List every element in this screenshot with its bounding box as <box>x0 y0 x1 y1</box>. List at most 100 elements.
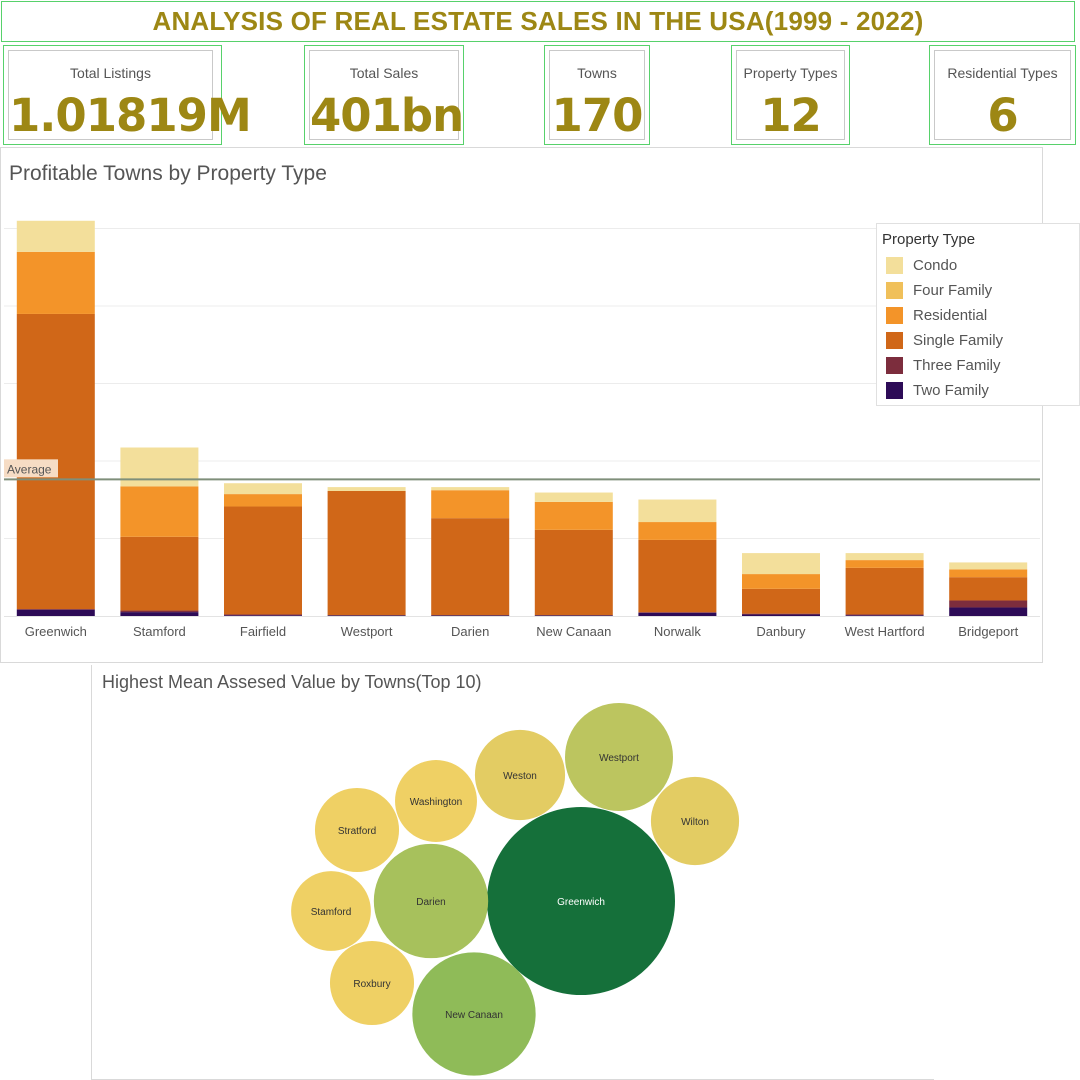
bar-segment-residential-west-hartford[interactable] <box>845 560 924 568</box>
bar-segment-three-family-bridgeport[interactable] <box>949 600 1028 608</box>
bar-segment-single-family-westport[interactable] <box>327 490 406 616</box>
legend-title: Property Type <box>882 231 976 248</box>
bar-segment-two-family-greenwich[interactable] <box>16 609 95 616</box>
kpi-value: 170 <box>551 89 644 142</box>
bar-segment-residential-new-canaan[interactable] <box>534 501 613 530</box>
bar-segment-condo-norwalk[interactable] <box>638 499 717 523</box>
bar-segment-residential-greenwich[interactable] <box>16 251 95 314</box>
bar-segment-two-family-stamford[interactable] <box>120 612 199 616</box>
bar-segment-condo-darien[interactable] <box>431 487 510 491</box>
bubble-label-westport: Westport <box>599 753 639 764</box>
bar-segment-three-family-danbury[interactable] <box>742 613 820 615</box>
bar-segment-single-family-stamford[interactable] <box>120 536 199 611</box>
legend-swatch <box>886 281 903 299</box>
x-tick-label: Fairfield <box>240 624 286 639</box>
kpi-card-total-listings: Total Listings 1.01819M <box>3 45 252 145</box>
bar-segment-condo-new-canaan[interactable] <box>534 492 613 502</box>
kpi-label: Towns <box>577 65 617 81</box>
legend-swatch <box>886 356 903 374</box>
bar-segment-condo-westport[interactable] <box>327 487 406 491</box>
bubble-label-weston: Weston <box>503 771 537 782</box>
bar-segment-single-family-norwalk[interactable] <box>638 539 717 613</box>
x-tick-label: Westport <box>341 624 393 639</box>
x-tick-label: West Hartford <box>845 624 925 639</box>
bar-segment-three-family-stamford[interactable] <box>120 610 199 613</box>
kpi-value: 1.01819M <box>9 89 252 142</box>
legend: Property Type Condo Four Family Resident… <box>876 223 1080 406</box>
bar-segment-residential-stamford[interactable] <box>120 486 199 537</box>
x-tick-label: Darien <box>451 624 489 639</box>
legend-swatch <box>886 256 903 274</box>
bar-segment-two-family-bridgeport[interactable] <box>949 607 1028 616</box>
bar-segment-residential-norwalk[interactable] <box>638 522 717 540</box>
legend-label: Condo <box>913 256 958 274</box>
bar-segment-two-family-west-hartford[interactable] <box>845 615 924 616</box>
legend-label: Three Family <box>913 356 1001 374</box>
bubble-label-wilton: Wilton <box>681 817 709 828</box>
kpi-value: 401bn <box>310 89 464 142</box>
bar-segment-two-family-fairfield[interactable] <box>224 615 302 616</box>
bar-segment-three-family-norwalk[interactable] <box>638 612 717 613</box>
bar-segment-condo-fairfield[interactable] <box>224 483 302 495</box>
legend-item-residential[interactable]: Residential <box>886 306 987 324</box>
legend-swatch <box>886 331 903 349</box>
legend-label: Single Family <box>913 331 1004 349</box>
bar-segment-three-family-fairfield[interactable] <box>224 614 302 616</box>
bubble-label-stamford: Stamford <box>311 907 352 918</box>
kpi-card-total-sales: Total Sales 401bn <box>304 45 464 145</box>
bar-segment-single-family-new-canaan[interactable] <box>534 529 613 616</box>
bubble-chart-panel: Highest Mean Assesed Value by Towns(Top … <box>91 665 934 1080</box>
legend-item-four-family[interactable]: Four Family <box>886 281 992 299</box>
kpi-card-property-types: Property Types 12 <box>731 45 850 145</box>
bar-segment-two-family-darien[interactable] <box>431 615 510 616</box>
legend-item-two-family[interactable]: Two Family <box>886 381 989 399</box>
x-tick-label: Stamford <box>133 624 186 639</box>
bar-segment-residential-darien[interactable] <box>431 490 510 519</box>
bar-segment-two-family-westport[interactable] <box>327 615 406 616</box>
legend-label: Four Family <box>913 281 993 299</box>
kpi-card-towns: Towns 170 <box>544 45 650 145</box>
bar-segment-single-family-bridgeport[interactable] <box>949 577 1028 601</box>
legend-label: Residential <box>913 306 988 324</box>
kpi-label: Property Types <box>743 65 838 81</box>
x-tick-label: New Canaan <box>536 624 611 639</box>
legend-item-single-family[interactable]: Single Family <box>886 331 1003 349</box>
kpi-label: Residential Types <box>947 65 1058 81</box>
dashboard-title: ANALYSIS OF REAL ESTATE SALES IN THE USA… <box>1 1 1075 42</box>
bubble-label-washington: Washington <box>410 797 462 808</box>
x-tick-label: Greenwich <box>25 624 87 639</box>
bubble-label-new-canaan: New Canaan <box>445 1010 503 1021</box>
bar-segment-condo-bridgeport[interactable] <box>949 562 1028 570</box>
bar-segment-two-family-new-canaan[interactable] <box>534 615 613 616</box>
bubble-label-stratford: Stratford <box>338 826 376 837</box>
legend-swatch <box>886 306 903 324</box>
bar-segment-two-family-norwalk[interactable] <box>638 612 717 616</box>
kpi-value: 12 <box>760 89 822 142</box>
bar-segment-single-family-danbury[interactable] <box>742 588 820 614</box>
bar-segment-condo-greenwich[interactable] <box>16 220 95 252</box>
legend-swatch <box>886 381 903 399</box>
x-tick-label: Bridgeport <box>958 624 1018 639</box>
bar-segment-residential-danbury[interactable] <box>742 574 820 589</box>
bar-segment-single-family-darien[interactable] <box>431 518 510 616</box>
bar-segment-condo-stamford[interactable] <box>120 447 199 487</box>
bar-segment-residential-fairfield[interactable] <box>224 494 302 507</box>
legend-label: Two Family <box>913 381 989 399</box>
bar-segment-condo-danbury[interactable] <box>742 553 820 575</box>
bar-segment-two-family-danbury[interactable] <box>742 614 820 616</box>
bar-segment-single-family-west-hartford[interactable] <box>845 567 924 615</box>
bubble-chart-svg: Greenwich New Canaan Darien Westport Weston W… <box>291 703 740 1076</box>
kpi-label: Total Sales <box>349 65 419 81</box>
average-label: Average <box>7 462 52 476</box>
bar-segment-single-family-fairfield[interactable] <box>224 506 302 615</box>
legend-item-three-family[interactable]: Three Family <box>886 356 1001 374</box>
bar-segment-condo-west-hartford[interactable] <box>845 553 924 561</box>
x-tick-label: Danbury <box>756 624 806 639</box>
legend-item-condo[interactable]: Condo <box>886 256 957 274</box>
bubble-label-greenwich: Greenwich <box>557 897 605 908</box>
kpi-label: Total Listings <box>70 65 151 81</box>
bar-segment-three-family-west-hartford[interactable] <box>845 614 924 616</box>
bar-segment-three-family-greenwich[interactable] <box>16 609 95 610</box>
bar-segment-residential-bridgeport[interactable] <box>949 569 1028 578</box>
kpi-value: 6 <box>987 89 1018 142</box>
